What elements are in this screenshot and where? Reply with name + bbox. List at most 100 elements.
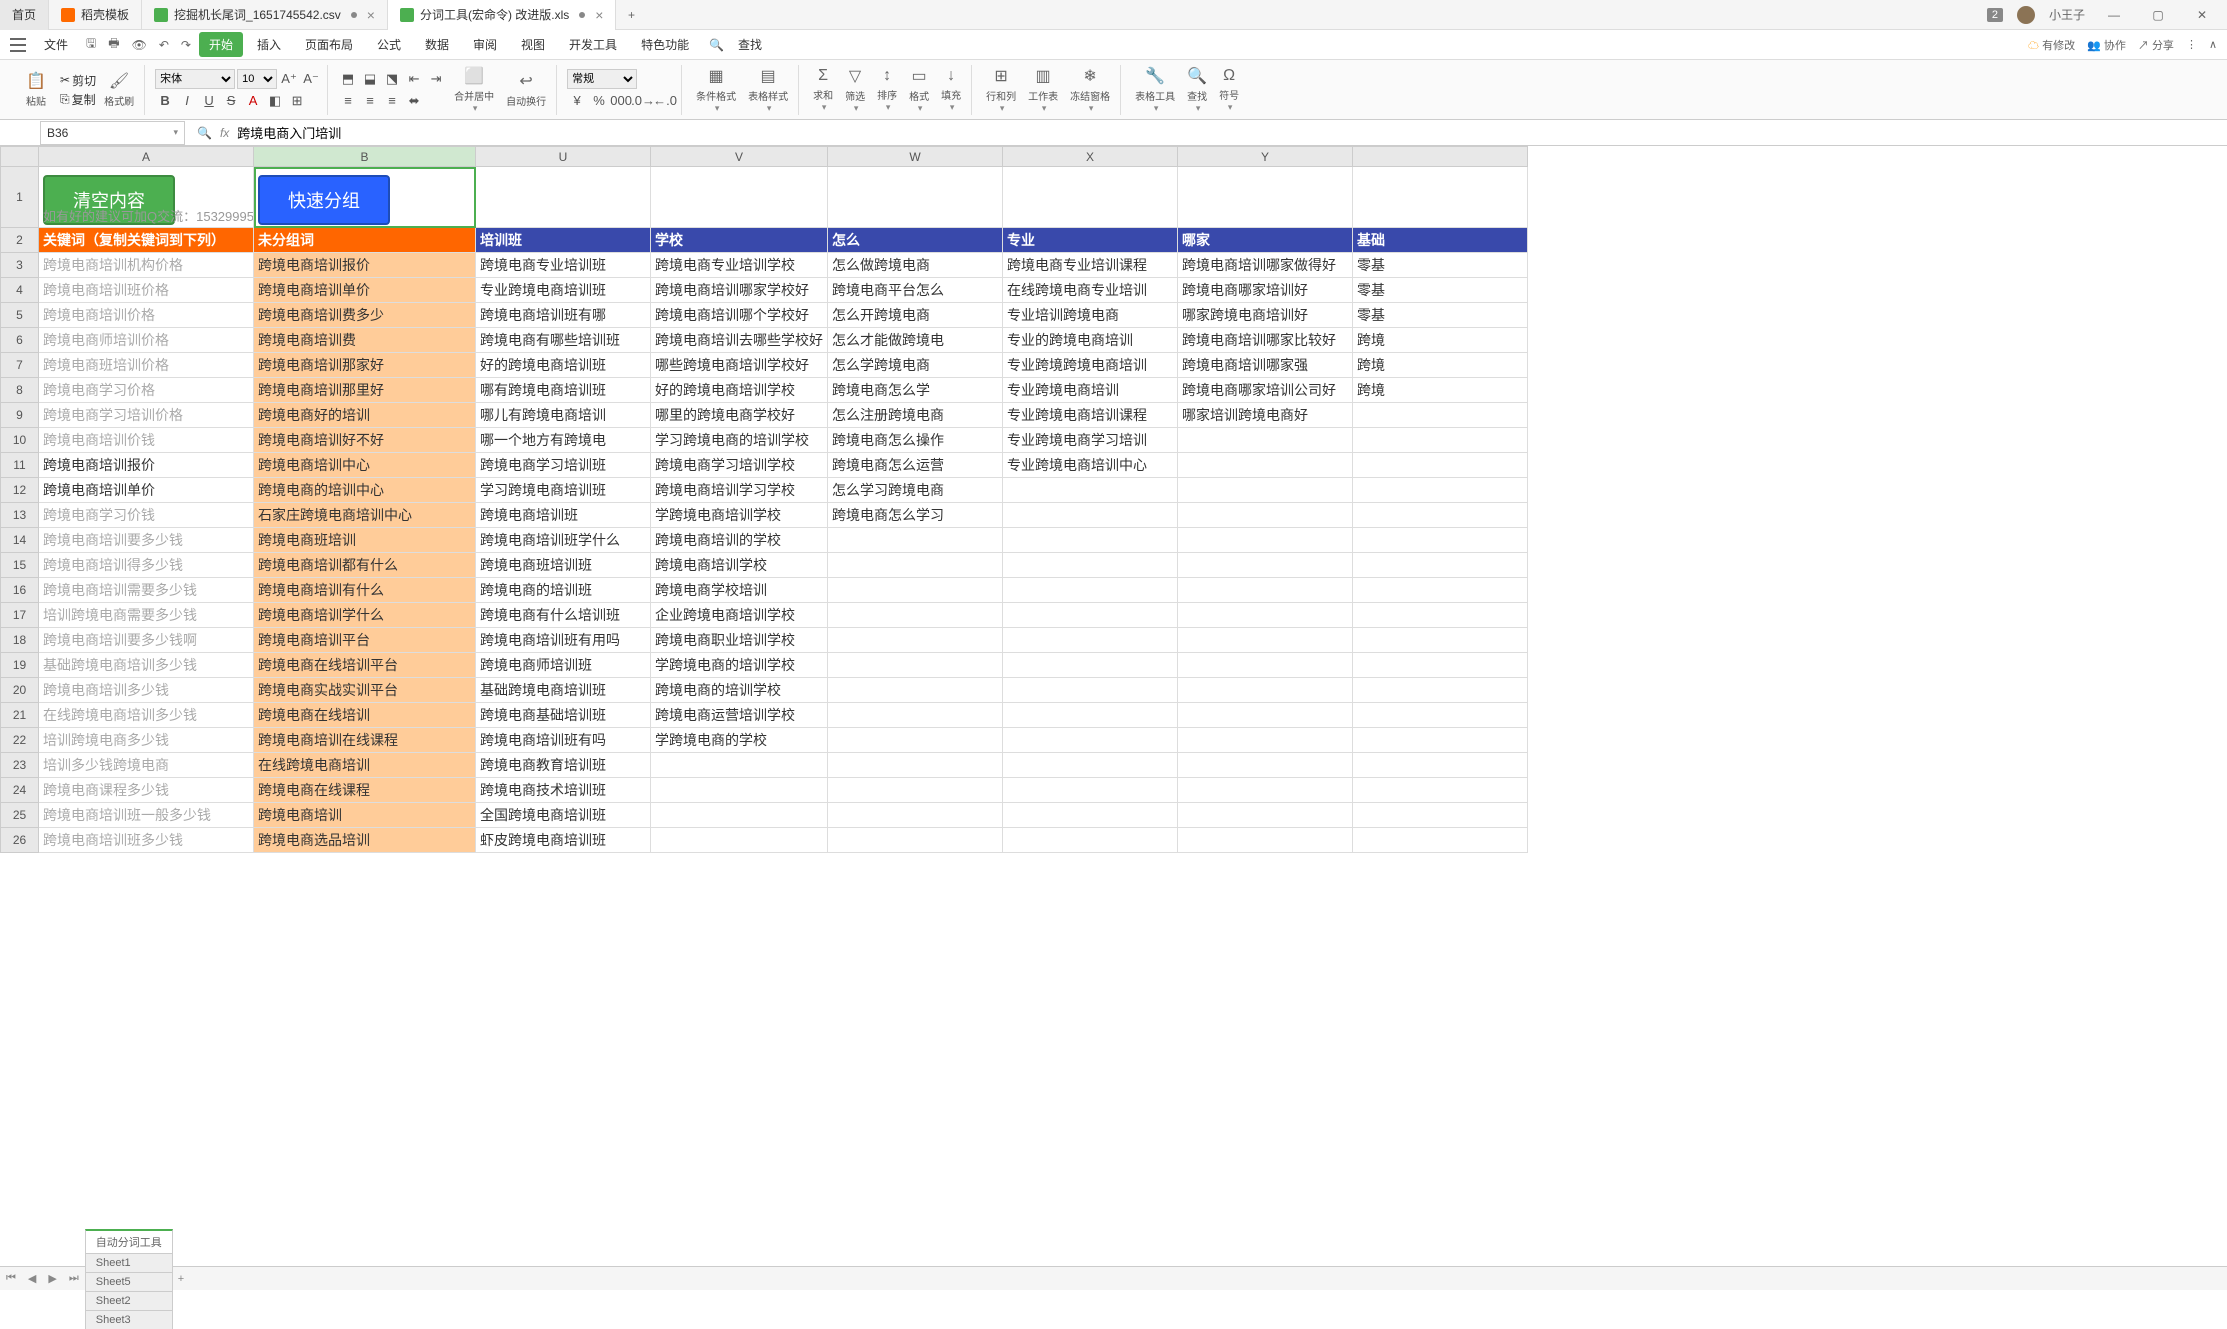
notification-badge[interactable]: 2 (1987, 8, 2003, 22)
cell-B22[interactable]: 跨境电商培训在线课程 (254, 728, 476, 753)
cell-V26[interactable] (651, 828, 828, 853)
format-painter-button[interactable]: 🖌格式刷 (100, 69, 138, 110)
cell-A15[interactable]: 跨境电商培训得多少钱 (39, 553, 254, 578)
cell-A22[interactable]: 培训跨境电商多少钱 (39, 728, 254, 753)
cell-V6[interactable]: 跨境电商培训去哪些学校好 (651, 328, 828, 353)
format-button[interactable]: ▭格式 (905, 64, 933, 116)
percent-button[interactable]: % (589, 91, 609, 111)
cell-Y11[interactable] (1178, 453, 1353, 478)
cell-A25[interactable]: 跨境电商培训班一般多少钱 (39, 803, 254, 828)
select-all-corner[interactable] (1, 147, 39, 167)
cell-W7[interactable]: 怎么学跨境电商 (828, 353, 1003, 378)
cell-B26[interactable]: 跨境电商选品培训 (254, 828, 476, 853)
undo-icon[interactable]: ↶ (155, 38, 173, 52)
cell-A9[interactable]: 跨境电商学习培训价格 (39, 403, 254, 428)
cell-Z12[interactable] (1353, 478, 1528, 503)
italic-button[interactable]: I (177, 91, 197, 111)
cell-W11[interactable]: 跨境电商怎么运营 (828, 453, 1003, 478)
cell-W1[interactable] (828, 167, 1003, 228)
cell-U13[interactable]: 跨境电商培训班 (476, 503, 651, 528)
row-header-15[interactable]: 15 (1, 553, 39, 578)
cell-Y12[interactable] (1178, 478, 1353, 503)
border-button[interactable]: ⊞ (287, 91, 307, 111)
row-header-18[interactable]: 18 (1, 628, 39, 653)
cell-U5[interactable]: 跨境电商培训班有哪 (476, 303, 651, 328)
cell-V5[interactable]: 跨境电商培训哪个学校好 (651, 303, 828, 328)
cell-A3[interactable]: 跨境电商培训机构价格 (39, 253, 254, 278)
formula-input[interactable] (237, 125, 2217, 140)
row-header-26[interactable]: 26 (1, 828, 39, 853)
cell-Y3[interactable]: 跨境电商培训哪家做得好 (1178, 253, 1353, 278)
cell-B19[interactable]: 跨境电商在线培训平台 (254, 653, 476, 678)
cell-Y1[interactable] (1178, 167, 1353, 228)
cell-B5[interactable]: 跨境电商培训费多少 (254, 303, 476, 328)
cell-X14[interactable] (1003, 528, 1178, 553)
hamburger-icon[interactable] (10, 38, 26, 52)
cell-X20[interactable] (1003, 678, 1178, 703)
cell-U26[interactable]: 虾皮跨境电商培训班 (476, 828, 651, 853)
row-header-10[interactable]: 10 (1, 428, 39, 453)
cell-W26[interactable] (828, 828, 1003, 853)
cell-Z3[interactable]: 零基 (1353, 253, 1528, 278)
merge-across-button[interactable]: ⬌ (404, 91, 424, 111)
cell-W20[interactable] (828, 678, 1003, 703)
cell-B1[interactable]: 快速分组 (254, 167, 476, 228)
quick-group-button[interactable]: 快速分组 (258, 175, 390, 225)
cell-V16[interactable]: 跨境电商学校培训 (651, 578, 828, 603)
cell-Y25[interactable] (1178, 803, 1353, 828)
cell-X22[interactable] (1003, 728, 1178, 753)
cell-U15[interactable]: 跨境电商班培训班 (476, 553, 651, 578)
cell-A1[interactable]: 清空内容 如有好的建议可加Q交流：1532999520，注明添加原因 (39, 167, 254, 228)
cell-U4[interactable]: 专业跨境电商培训班 (476, 278, 651, 303)
decrease-decimal-button[interactable]: ←.0 (655, 91, 675, 111)
cell-B4[interactable]: 跨境电商培训单价 (254, 278, 476, 303)
tab-templates[interactable]: 稻壳模板 (49, 0, 142, 30)
cell-W24[interactable] (828, 778, 1003, 803)
menu-insert[interactable]: 插入 (247, 32, 291, 57)
cell-V17[interactable]: 企业跨境电商培训学校 (651, 603, 828, 628)
cell-A16[interactable]: 跨境电商培训需要多少钱 (39, 578, 254, 603)
cell-Y16[interactable] (1178, 578, 1353, 603)
cell-Z21[interactable] (1353, 703, 1528, 728)
cell-X19[interactable] (1003, 653, 1178, 678)
cell-V9[interactable]: 哪里的跨境电商学校好 (651, 403, 828, 428)
indent-right-button[interactable]: ⇥ (426, 69, 446, 89)
cell-X12[interactable] (1003, 478, 1178, 503)
tab-home[interactable]: 首页 (0, 0, 49, 30)
cell-A11[interactable]: 跨境电商培训报价 (39, 453, 254, 478)
cell-Y2-header[interactable]: 哪家 (1178, 228, 1353, 253)
cell-X21[interactable] (1003, 703, 1178, 728)
cell-V20[interactable]: 跨境电商的培训学校 (651, 678, 828, 703)
row-header-20[interactable]: 20 (1, 678, 39, 703)
cell-B6[interactable]: 跨境电商培训费 (254, 328, 476, 353)
row-header-23[interactable]: 23 (1, 753, 39, 778)
cell-U9[interactable]: 哪儿有跨境电商培训 (476, 403, 651, 428)
cell-W15[interactable] (828, 553, 1003, 578)
cell-W2-header[interactable]: 怎么 (828, 228, 1003, 253)
cell-U11[interactable]: 跨境电商学习培训班 (476, 453, 651, 478)
preview-icon[interactable]: 👁 (128, 38, 151, 52)
underline-button[interactable]: U (199, 91, 219, 111)
cell-U22[interactable]: 跨境电商培训班有吗 (476, 728, 651, 753)
number-format-select[interactable]: 常规 (567, 69, 637, 89)
cell-Z19[interactable] (1353, 653, 1528, 678)
row-header-5[interactable]: 5 (1, 303, 39, 328)
row-header-9[interactable]: 9 (1, 403, 39, 428)
filter-button[interactable]: ▽筛选 (841, 64, 869, 116)
menu-formula[interactable]: 公式 (367, 32, 411, 57)
cut-button[interactable]: ✂ 剪切 (60, 72, 96, 89)
cell-X16[interactable] (1003, 578, 1178, 603)
maximize-button[interactable]: ▢ (2143, 8, 2173, 22)
font-size-select[interactable]: 10 (237, 69, 277, 89)
cell-Z9[interactable] (1353, 403, 1528, 428)
table-style-button[interactable]: ▤表格样式 (744, 64, 792, 116)
row-header-19[interactable]: 19 (1, 653, 39, 678)
cell-V11[interactable]: 跨境电商学习培训学校 (651, 453, 828, 478)
cell-Z26[interactable] (1353, 828, 1528, 853)
decrease-font-button[interactable]: A⁻ (301, 69, 321, 89)
cell-X13[interactable] (1003, 503, 1178, 528)
cell-Y20[interactable] (1178, 678, 1353, 703)
sheet-tab-Sheet5[interactable]: Sheet5 (85, 1272, 173, 1291)
indent-left-button[interactable]: ⇤ (404, 69, 424, 89)
cell-B18[interactable]: 跨境电商培训平台 (254, 628, 476, 653)
